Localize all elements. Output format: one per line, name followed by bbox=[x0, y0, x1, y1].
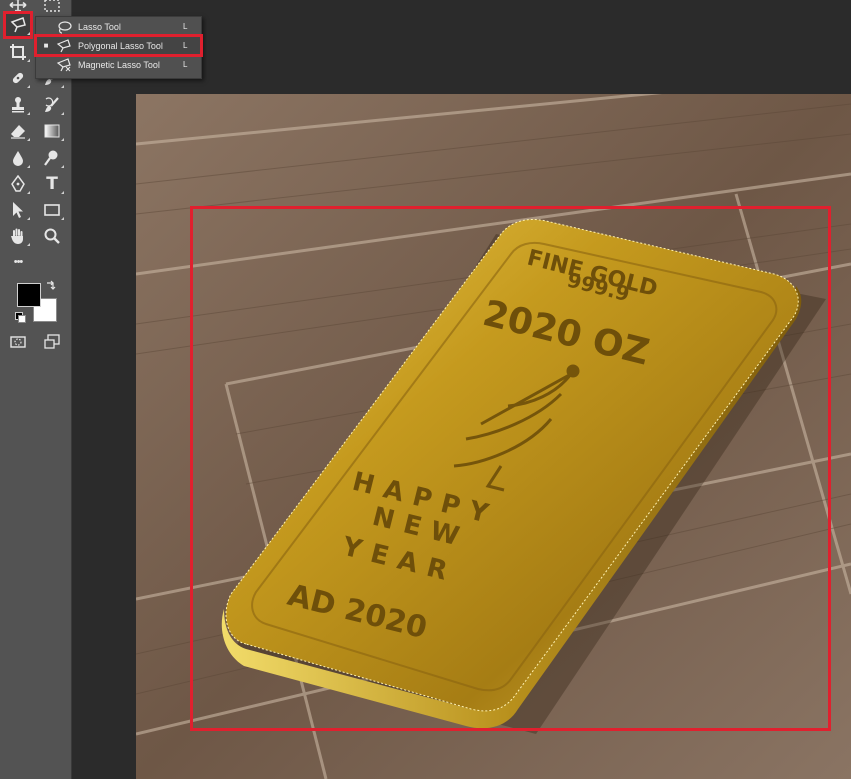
marquee-tool[interactable] bbox=[39, 0, 65, 17]
clone-stamp-icon bbox=[12, 97, 24, 113]
lasso-tool-flyout: Lasso Tool L ■ Polygonal Lasso Tool L Ma… bbox=[34, 16, 203, 79]
zoom-tool[interactable] bbox=[39, 224, 65, 248]
menu-item-label: Lasso Tool bbox=[78, 21, 121, 32]
edit-toolbar[interactable]: ••• bbox=[5, 250, 31, 274]
menu-item-shortcut: L bbox=[183, 60, 188, 69]
hand-tool[interactable] bbox=[5, 224, 31, 248]
more-tools-icon: ••• bbox=[13, 256, 24, 268]
clone-stamp-tool[interactable] bbox=[5, 93, 31, 117]
menu-item-label: Magnetic Lasso Tool bbox=[78, 59, 160, 70]
selected-bullet-icon: ■ bbox=[43, 41, 49, 50]
path-selection-tool[interactable] bbox=[5, 198, 31, 222]
menu-item-shortcut: L bbox=[183, 22, 188, 31]
path-selection-icon bbox=[13, 202, 23, 218]
lasso-icon bbox=[56, 20, 78, 34]
crop-icon bbox=[10, 44, 26, 60]
dodge-icon bbox=[44, 150, 58, 166]
zoom-icon bbox=[44, 228, 60, 244]
screen-mode-icon bbox=[44, 334, 60, 349]
healing-brush-tool[interactable] bbox=[5, 66, 31, 90]
tools-panel: T ••• bbox=[0, 0, 72, 779]
history-brush-icon bbox=[45, 97, 59, 112]
pen-icon bbox=[11, 175, 25, 192]
menu-item-shortcut: L bbox=[183, 41, 188, 50]
eraser-tool[interactable] bbox=[5, 119, 31, 143]
type-tool[interactable]: T bbox=[39, 172, 65, 196]
magnetic-lasso-icon bbox=[56, 57, 78, 72]
rectangle-tool[interactable] bbox=[39, 198, 65, 222]
eraser-icon bbox=[11, 125, 25, 139]
gradient-tool[interactable] bbox=[39, 119, 65, 143]
polygonal-lasso-tool[interactable] bbox=[3, 11, 33, 39]
gradient-icon bbox=[44, 124, 60, 138]
swap-colors-icon[interactable] bbox=[45, 279, 57, 291]
menu-item-polygonal-lasso[interactable]: ■ Polygonal Lasso Tool L bbox=[34, 34, 203, 57]
default-colors-icon[interactable] bbox=[15, 312, 26, 323]
quick-mask-button[interactable] bbox=[5, 330, 31, 354]
screen-mode-button[interactable] bbox=[39, 330, 65, 354]
history-brush-tool[interactable] bbox=[39, 93, 65, 117]
rectangle-icon bbox=[44, 204, 60, 216]
healing-brush-icon bbox=[12, 72, 24, 84]
highlight-rectangle bbox=[190, 206, 831, 731]
polygonal-lasso-icon bbox=[56, 38, 78, 53]
blur-tool[interactable] bbox=[5, 146, 31, 170]
move-icon bbox=[9, 0, 27, 14]
hand-icon bbox=[11, 228, 23, 244]
pen-tool[interactable] bbox=[5, 172, 31, 196]
menu-item-magnetic-lasso[interactable]: Magnetic Lasso Tool L bbox=[36, 55, 201, 74]
blur-icon bbox=[13, 151, 23, 166]
foreground-color-swatch[interactable] bbox=[17, 283, 41, 307]
crop-tool[interactable] bbox=[5, 40, 31, 64]
polygonal-lasso-icon bbox=[10, 17, 26, 33]
menu-item-lasso[interactable]: Lasso Tool L bbox=[36, 17, 201, 36]
marquee-icon bbox=[44, 0, 60, 12]
dodge-tool[interactable] bbox=[39, 146, 65, 170]
menu-item-label: Polygonal Lasso Tool bbox=[78, 40, 163, 51]
type-icon: T bbox=[46, 174, 58, 194]
quick-mask-icon bbox=[10, 336, 26, 348]
